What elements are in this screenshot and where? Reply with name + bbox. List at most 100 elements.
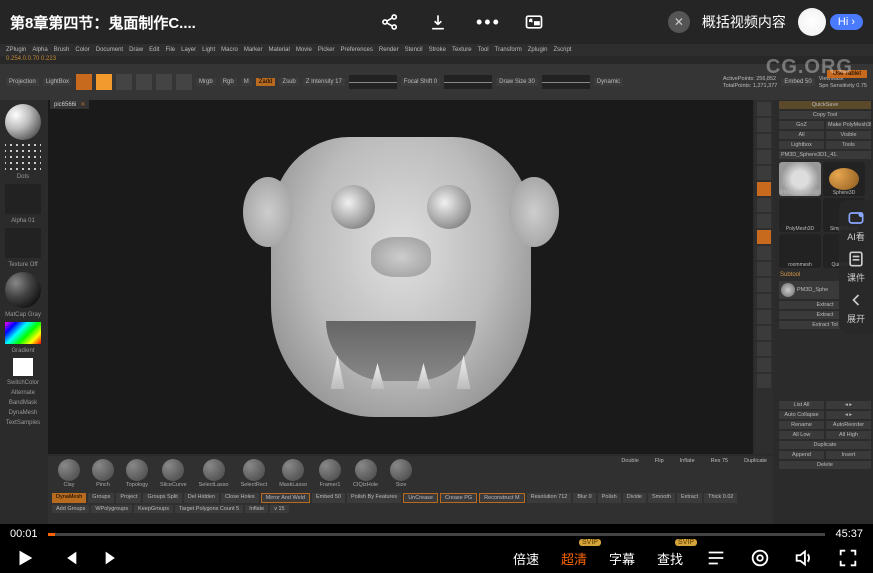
- prev-button[interactable]: [58, 547, 80, 569]
- groups-button[interactable]: Groups: [88, 493, 114, 503]
- xyz-icon[interactable]: [757, 294, 771, 308]
- courseware-button[interactable]: 课件: [846, 249, 866, 284]
- m-button[interactable]: M: [241, 78, 252, 86]
- play-button[interactable]: [14, 547, 36, 569]
- tool-thumb[interactable]: Sphere3D: [823, 162, 865, 196]
- arrows[interactable]: ◂ ▸: [826, 401, 871, 409]
- mirrorweld-button[interactable]: Mirror And Weld: [261, 493, 310, 503]
- zintensity-slider[interactable]: Z Intensity 17: [303, 78, 345, 86]
- quality-button[interactable]: 超清SVIP: [561, 549, 587, 568]
- scale-icon[interactable]: [156, 74, 172, 90]
- solo-icon[interactable]: [757, 358, 771, 372]
- polish-button[interactable]: Polish: [598, 493, 621, 503]
- inflate-opt[interactable]: Inflate: [680, 458, 695, 464]
- find-button[interactable]: 查找SVIP: [657, 549, 683, 568]
- tools-button[interactable]: Tools: [826, 141, 871, 149]
- alpha-thumb[interactable]: [5, 184, 41, 214]
- v15-button[interactable]: v 15: [270, 505, 288, 513]
- viewport[interactable]: pic6566i✕: [48, 100, 753, 454]
- spotsens-label[interactable]: Spn Sensitivity 0.75: [819, 83, 867, 89]
- embed2-button[interactable]: Embed 50: [312, 493, 345, 503]
- blur-slider[interactable]: Blur 0: [573, 493, 595, 503]
- targetpoly-slider[interactable]: Target Polygons Count 5: [175, 505, 243, 513]
- resolution-slider[interactable]: Resolution 712: [527, 493, 572, 503]
- mrgb-button[interactable]: Mrgb: [196, 78, 216, 86]
- xpose-icon[interactable]: [757, 374, 771, 388]
- divide-button[interactable]: Divide: [623, 493, 646, 503]
- tool-thumb[interactable]: roommesh: [779, 234, 821, 268]
- share-icon[interactable]: [380, 12, 400, 32]
- copytool-button[interactable]: Copy Tool: [779, 111, 871, 119]
- sizecurve[interactable]: [542, 75, 590, 89]
- subtitle-button[interactable]: 字幕: [609, 549, 635, 568]
- frame-icon[interactable]: [757, 230, 771, 244]
- dynamesh-label[interactable]: DynaMesh: [9, 410, 38, 416]
- uncrease-button[interactable]: UnCrease: [403, 493, 438, 503]
- keepgroups-button[interactable]: KeepGroups: [134, 505, 173, 513]
- brush-thumb[interactable]: [5, 104, 41, 140]
- quicksave-button[interactable]: QuickSave: [779, 101, 871, 109]
- expand-button[interactable]: 展开: [846, 290, 866, 325]
- switchcolor-label[interactable]: SwitchColor: [7, 380, 39, 386]
- volume-icon[interactable]: [793, 547, 815, 569]
- rotate3d-icon[interactable]: [757, 278, 771, 292]
- listall-button[interactable]: List All: [779, 401, 824, 409]
- extract-button[interactable]: Extract: [677, 493, 702, 503]
- subtool-item[interactable]: PM3D_Sphe: [797, 287, 828, 293]
- lightbox-button[interactable]: LightBox: [43, 78, 72, 86]
- allhigh-button[interactable]: All High: [826, 431, 871, 439]
- duplicate-button[interactable]: Duplicate: [779, 441, 871, 449]
- zoom-icon[interactable]: [757, 134, 771, 148]
- addgroups-button[interactable]: Add Groups: [52, 505, 89, 513]
- color-swatch[interactable]: [13, 358, 33, 376]
- zadd-button[interactable]: Zadd: [256, 78, 276, 86]
- dynamesh-button[interactable]: DynaMesh: [52, 493, 86, 503]
- material-thumb[interactable]: [5, 272, 41, 308]
- usetablet-button[interactable]: Use Tablet: [827, 70, 867, 78]
- actual-icon[interactable]: [757, 150, 771, 164]
- rgb-button[interactable]: Rgb: [220, 78, 237, 86]
- insert-button[interactable]: Insert: [826, 451, 871, 459]
- tool-thumb[interactable]: PM3D_Sphere3D: [779, 162, 821, 196]
- delete-button[interactable]: Delete: [779, 461, 871, 469]
- shelf-brush[interactable]: CIQizHole: [353, 459, 378, 488]
- goz-button[interactable]: GoZ: [779, 121, 824, 129]
- scale3d-icon[interactable]: [757, 262, 771, 276]
- delhidden-button[interactable]: Del Hidden: [184, 493, 219, 503]
- focalcurve[interactable]: [444, 75, 492, 89]
- shelf-brush[interactable]: SelectLasso: [199, 459, 229, 488]
- dup-opt[interactable]: Duplicate: [744, 458, 767, 464]
- scroll-icon[interactable]: [757, 118, 771, 132]
- document-tab[interactable]: pic6566i✕: [50, 100, 89, 109]
- fullscreen-icon[interactable]: [837, 547, 859, 569]
- pip-icon[interactable]: [524, 12, 544, 32]
- ai-watch-button[interactable]: AI看: [846, 208, 866, 243]
- assistant-badge[interactable]: Hi ›: [798, 8, 863, 36]
- draw-icon[interactable]: [116, 74, 132, 90]
- alllow-button[interactable]: All Low: [779, 431, 824, 439]
- arrows2[interactable]: ◂ ▸: [826, 411, 871, 419]
- drawsize-slider[interactable]: Draw Size 30: [496, 78, 538, 86]
- polishfeat-button[interactable]: Polish By Features: [347, 493, 401, 503]
- shelf-brush[interactable]: Size: [390, 459, 412, 488]
- shelf-brush[interactable]: Framer1: [319, 459, 341, 488]
- rotate-icon[interactable]: [176, 74, 192, 90]
- ghost-icon[interactable]: [757, 342, 771, 356]
- move-icon[interactable]: [136, 74, 152, 90]
- all-button[interactable]: All: [779, 131, 824, 139]
- shelf-brush[interactable]: SelectRect: [241, 459, 268, 488]
- autoreorder-button[interactable]: AutoReorder: [826, 421, 871, 429]
- playlist-icon[interactable]: [705, 547, 727, 569]
- rename-button[interactable]: Rename: [779, 421, 824, 429]
- zbrush-menubar[interactable]: ZPluginAlphaBrushColorDocumentDrawEditFi…: [0, 44, 873, 56]
- tool-name[interactable]: PM3D_Sphere3D1_41.: [779, 151, 871, 159]
- summarize-button[interactable]: 概括视频内容: [702, 12, 786, 32]
- shelf-brush[interactable]: SliceCurve: [160, 459, 187, 488]
- transp-icon[interactable]: [757, 326, 771, 340]
- textsamples-label[interactable]: TextSamples: [6, 420, 40, 426]
- speed-button[interactable]: 倍速: [513, 549, 539, 568]
- color-picker[interactable]: [5, 322, 41, 344]
- project-button[interactable]: Project: [116, 493, 141, 503]
- alternate-label[interactable]: Alternate: [11, 390, 35, 396]
- shelf-brush[interactable]: Topology: [126, 459, 148, 488]
